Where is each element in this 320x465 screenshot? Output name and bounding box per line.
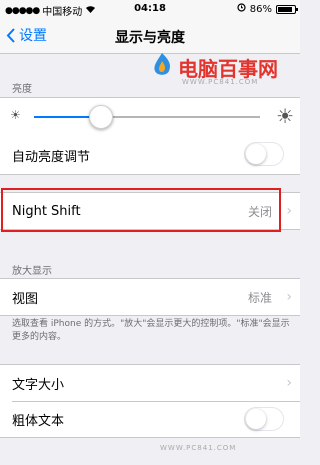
highlight-box: [1, 188, 281, 232]
bold-text-row: 粗体文本: [0, 401, 300, 437]
toggle-knob: [246, 144, 266, 164]
watermark-url: WWW.PC841.COM: [182, 78, 259, 86]
status-right: 86%: [237, 3, 298, 15]
view-row[interactable]: 视图 标准 ›: [0, 279, 300, 315]
page-title: 显示与亮度: [115, 30, 185, 46]
status-bar: ●●●●● 中国移动 04:18 86%: [0, 0, 300, 18]
battery-fill: [278, 6, 292, 12]
slider-track: [100, 116, 260, 118]
chevron-right-icon: ›: [286, 289, 292, 305]
navigation-bar: 设置 显示与亮度: [0, 18, 300, 54]
sun-small-icon: ☀: [10, 108, 21, 122]
zoom-group: 视图 标准 ›: [0, 278, 300, 316]
text-size-label: 文字大小: [12, 377, 65, 393]
chevron-right-icon: ›: [286, 375, 292, 391]
watermark-flame-icon: [150, 52, 174, 82]
brightness-group: ☀ ☀ 自动亮度调节: [0, 97, 300, 175]
slider-thumb[interactable]: [89, 105, 113, 129]
auto-brightness-row: 自动亮度调节: [0, 136, 300, 174]
battery-percent: 86%: [249, 3, 272, 15]
watermark-url-bottom: WWW.PC841.COM: [160, 444, 237, 452]
text-size-row[interactable]: 文字大小 ›: [0, 365, 300, 401]
sun-large-icon: ☀: [276, 104, 294, 128]
bold-text-toggle[interactable]: [244, 407, 284, 431]
section-header-zoom: 放大显示: [12, 266, 52, 277]
view-label: 视图: [12, 291, 39, 307]
battery-icon: [276, 4, 298, 14]
brightness-slider[interactable]: ☀ ☀: [0, 98, 300, 136]
auto-brightness-label: 自动亮度调节: [12, 149, 91, 165]
auto-brightness-toggle[interactable]: [244, 142, 284, 166]
toggle-knob: [246, 409, 266, 429]
chevron-right-icon: ›: [286, 203, 292, 219]
zoom-footer: 选取查看 iPhone 的方式。"放大"会显示更大的控制项。"标准"会显示更多的…: [12, 319, 290, 342]
text-group: 文字大小 › 粗体文本: [0, 364, 300, 438]
alarm-icon: [237, 3, 246, 15]
section-header-brightness: 亮度: [12, 84, 32, 95]
view-value: 标准: [247, 290, 272, 305]
bold-text-label: 粗体文本: [12, 413, 65, 429]
